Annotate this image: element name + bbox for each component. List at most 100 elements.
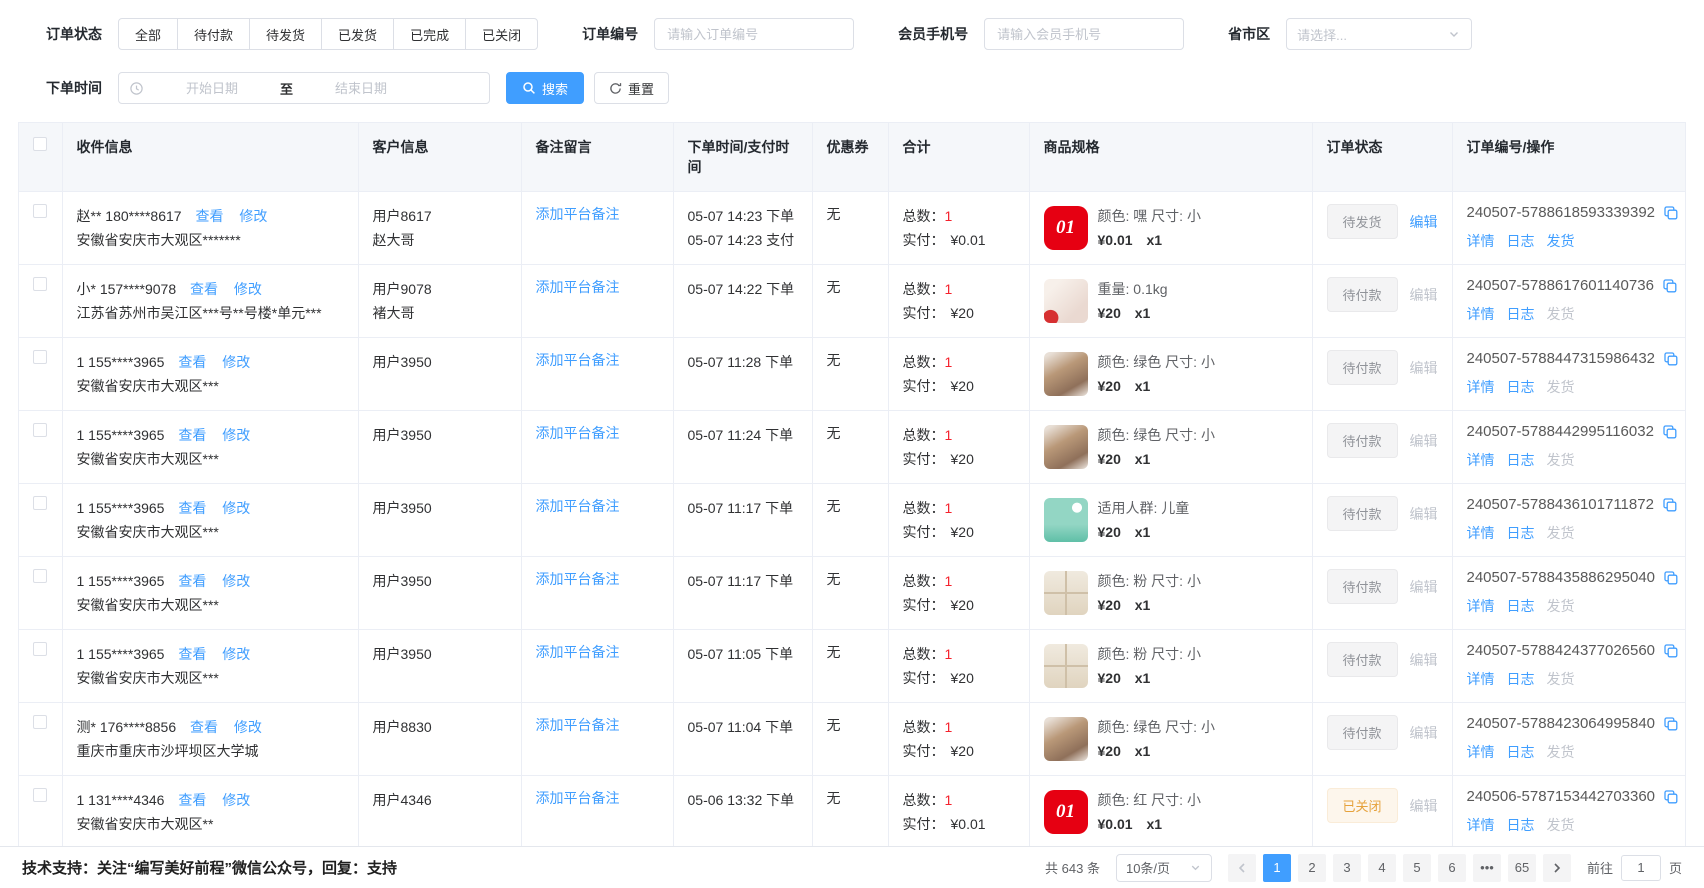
modify-link[interactable]: 修改 — [239, 208, 267, 224]
detail-link[interactable]: 详情 — [1467, 523, 1495, 543]
add-note-link[interactable]: 添加平台备注 — [536, 498, 620, 514]
modify-link[interactable]: 修改 — [222, 354, 250, 370]
view-link[interactable]: 查看 — [195, 208, 223, 224]
ship-link[interactable]: 发货 — [1547, 596, 1575, 616]
log-link[interactable]: 日志 — [1507, 669, 1535, 689]
status-badge[interactable]: 待付款 — [1327, 350, 1398, 385]
page-button-1[interactable]: 1 — [1263, 854, 1291, 882]
phone-input[interactable] — [984, 18, 1184, 50]
edit-link[interactable]: 编辑 — [1410, 285, 1438, 305]
view-link[interactable]: 查看 — [190, 719, 218, 735]
log-link[interactable]: 日志 — [1507, 523, 1535, 543]
copy-icon[interactable] — [1663, 570, 1679, 586]
status-badge[interactable]: 待发货 — [1327, 204, 1398, 239]
detail-link[interactable]: 详情 — [1467, 231, 1495, 251]
edit-link[interactable]: 编辑 — [1410, 212, 1438, 232]
status-filter-button-4[interactable]: 已完成 — [393, 18, 466, 50]
select-all-checkbox[interactable] — [33, 137, 47, 151]
page-size-select[interactable]: 10条/页 — [1116, 854, 1212, 882]
add-note-link[interactable]: 添加平台备注 — [536, 352, 620, 368]
detail-link[interactable]: 详情 — [1467, 815, 1495, 835]
log-link[interactable]: 日志 — [1507, 815, 1535, 835]
modify-link[interactable]: 修改 — [234, 719, 262, 735]
end-date-input[interactable] — [297, 80, 425, 97]
page-button-65[interactable]: 65 — [1508, 854, 1536, 882]
status-badge[interactable]: 已关闭 — [1327, 788, 1398, 823]
status-badge[interactable]: 待付款 — [1327, 423, 1398, 458]
add-note-link[interactable]: 添加平台备注 — [536, 425, 620, 441]
edit-link[interactable]: 编辑 — [1410, 431, 1438, 451]
status-filter-button-5[interactable]: 已关闭 — [465, 18, 538, 50]
page-button-3[interactable]: 3 — [1333, 854, 1361, 882]
ship-link[interactable]: 发货 — [1547, 815, 1575, 835]
log-link[interactable]: 日志 — [1507, 742, 1535, 762]
modify-link[interactable]: 修改 — [222, 646, 250, 662]
add-note-link[interactable]: 添加平台备注 — [536, 717, 620, 733]
add-note-link[interactable]: 添加平台备注 — [536, 790, 620, 806]
modify-link[interactable]: 修改 — [234, 281, 262, 297]
edit-link[interactable]: 编辑 — [1410, 650, 1438, 670]
copy-icon[interactable] — [1662, 424, 1678, 440]
row-checkbox[interactable] — [33, 642, 47, 656]
detail-link[interactable]: 详情 — [1467, 450, 1495, 470]
view-link[interactable]: 查看 — [178, 500, 206, 516]
order-no-input[interactable] — [654, 18, 854, 50]
detail-link[interactable]: 详情 — [1467, 742, 1495, 762]
ship-link[interactable]: 发货 — [1547, 742, 1575, 762]
edit-link[interactable]: 编辑 — [1410, 358, 1438, 378]
status-badge[interactable]: 待付款 — [1327, 496, 1398, 531]
row-checkbox[interactable] — [33, 788, 47, 802]
copy-icon[interactable] — [1663, 351, 1679, 367]
view-link[interactable]: 查看 — [178, 792, 206, 808]
view-link[interactable]: 查看 — [178, 427, 206, 443]
page-button-4[interactable]: 4 — [1368, 854, 1396, 882]
detail-link[interactable]: 详情 — [1467, 304, 1495, 324]
view-link[interactable]: 查看 — [178, 646, 206, 662]
page-button-5[interactable]: 5 — [1403, 854, 1431, 882]
ship-link[interactable]: 发货 — [1547, 523, 1575, 543]
modify-link[interactable]: 修改 — [222, 427, 250, 443]
edit-link[interactable]: 编辑 — [1410, 796, 1438, 816]
row-checkbox[interactable] — [33, 496, 47, 510]
region-select[interactable]: 请选择... — [1286, 18, 1472, 50]
log-link[interactable]: 日志 — [1507, 231, 1535, 251]
page-button-6[interactable]: 6 — [1438, 854, 1466, 882]
status-filter-button-3[interactable]: 已发货 — [321, 18, 394, 50]
log-link[interactable]: 日志 — [1507, 377, 1535, 397]
page-button-2[interactable]: 2 — [1298, 854, 1326, 882]
status-badge[interactable]: 待付款 — [1327, 715, 1398, 750]
copy-icon[interactable] — [1662, 278, 1678, 294]
view-link[interactable]: 查看 — [190, 281, 218, 297]
add-note-link[interactable]: 添加平台备注 — [536, 206, 620, 222]
next-page-button[interactable] — [1543, 854, 1571, 882]
add-note-link[interactable]: 添加平台备注 — [536, 644, 620, 660]
ship-link[interactable]: 发货 — [1547, 231, 1575, 251]
copy-icon[interactable] — [1663, 789, 1679, 805]
row-checkbox[interactable] — [33, 277, 47, 291]
copy-icon[interactable] — [1662, 497, 1678, 513]
row-checkbox[interactable] — [33, 423, 47, 437]
copy-icon[interactable] — [1663, 716, 1679, 732]
goto-page-input[interactable] — [1621, 855, 1661, 881]
view-link[interactable]: 查看 — [178, 354, 206, 370]
add-note-link[interactable]: 添加平台备注 — [536, 279, 620, 295]
modify-link[interactable]: 修改 — [222, 500, 250, 516]
detail-link[interactable]: 详情 — [1467, 596, 1495, 616]
copy-icon[interactable] — [1663, 205, 1679, 221]
log-link[interactable]: 日志 — [1507, 596, 1535, 616]
edit-link[interactable]: 编辑 — [1410, 504, 1438, 524]
ship-link[interactable]: 发货 — [1547, 377, 1575, 397]
search-button[interactable]: 搜索 — [506, 72, 584, 104]
view-link[interactable]: 查看 — [178, 573, 206, 589]
detail-link[interactable]: 详情 — [1467, 377, 1495, 397]
ship-link[interactable]: 发货 — [1547, 450, 1575, 470]
status-badge[interactable]: 待付款 — [1327, 569, 1398, 604]
add-note-link[interactable]: 添加平台备注 — [536, 571, 620, 587]
copy-icon[interactable] — [1663, 643, 1679, 659]
status-badge[interactable]: 待付款 — [1327, 277, 1398, 312]
row-checkbox[interactable] — [33, 715, 47, 729]
log-link[interactable]: 日志 — [1507, 450, 1535, 470]
row-checkbox[interactable] — [33, 204, 47, 218]
ship-link[interactable]: 发货 — [1547, 304, 1575, 324]
modify-link[interactable]: 修改 — [222, 792, 250, 808]
